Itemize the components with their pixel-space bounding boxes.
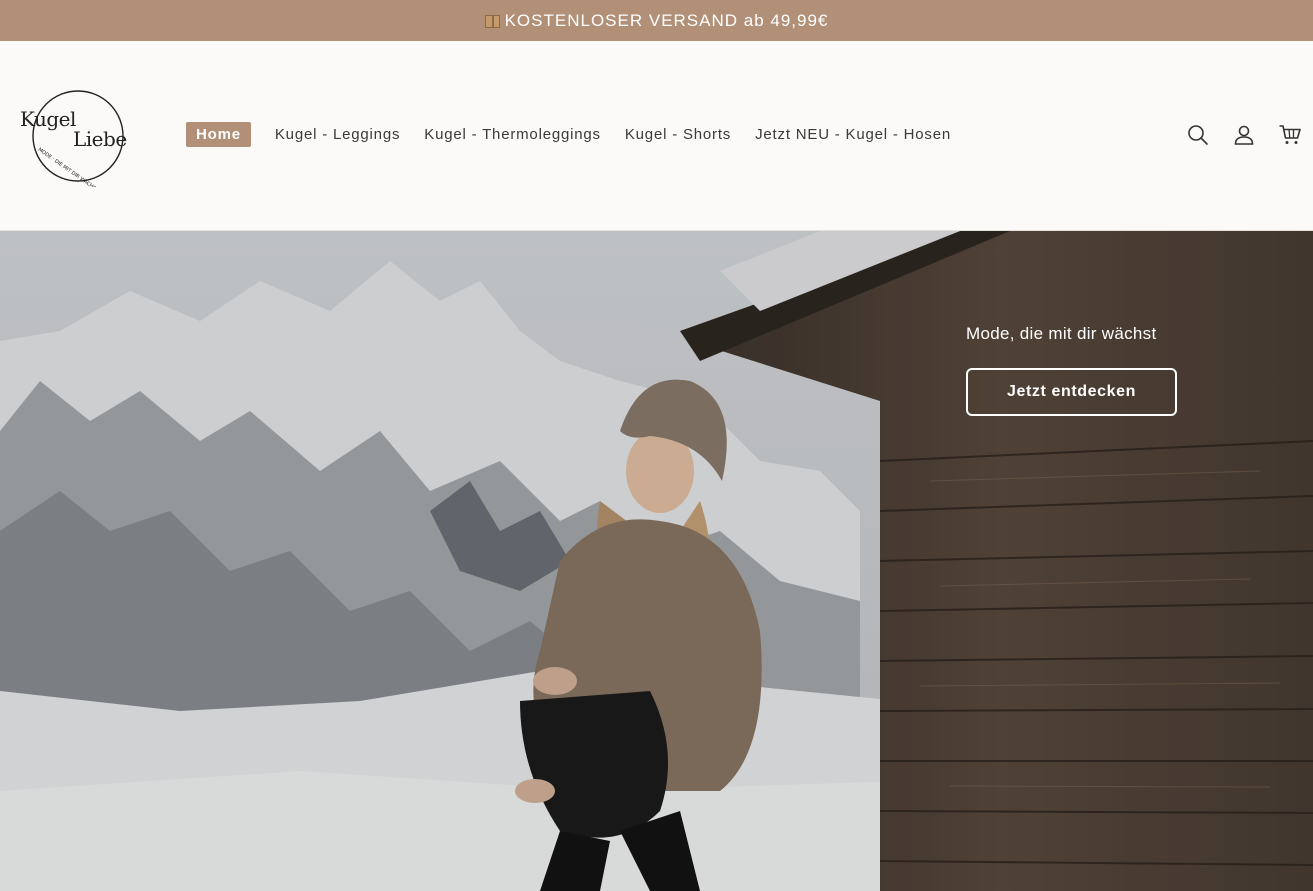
logo-word-1: Kugel <box>20 107 76 131</box>
search-icon[interactable] <box>1186 123 1210 147</box>
package-icon <box>484 15 500 28</box>
nav-item-thermoleggings[interactable]: Kugel - Thermoleggings <box>424 122 601 147</box>
nav-item-shorts[interactable]: Kugel - Shorts <box>625 122 731 147</box>
logo-word-2: Liebe <box>73 127 127 151</box>
main-nav: Home Kugel - Leggings Kugel - Thermolegg… <box>186 122 975 147</box>
header-icons <box>1186 123 1302 147</box>
nav-item-leggings[interactable]: Kugel - Leggings <box>275 122 400 147</box>
cart-icon[interactable] <box>1278 123 1302 147</box>
svg-text:MODE · DIE MIT DIR WÄCHST: MODE · DIE MIT DIR WÄCHST <box>37 146 101 187</box>
hero-content: Mode, die mit dir wächst Jetzt entdecken <box>966 324 1177 416</box>
site-header: MODE · DIE MIT DIR WÄCHST Kugel Liebe Ho… <box>0 41 1313 231</box>
nav-item-hosen[interactable]: Jetzt NEU - Kugel - Hosen <box>755 122 951 147</box>
discover-button[interactable]: Jetzt entdecken <box>966 368 1177 416</box>
hero-subtitle: Mode, die mit dir wächst <box>966 324 1157 343</box>
nav-item-home[interactable]: Home <box>186 122 251 147</box>
account-icon[interactable] <box>1232 123 1256 147</box>
announcement-text: KOSTENLOSER VERSAND ab 49,99€ <box>504 10 829 30</box>
logo[interactable]: MODE · DIE MIT DIR WÄCHST Kugel Liebe <box>18 87 136 187</box>
announcement-bar: KOSTENLOSER VERSAND ab 49,99€ <box>0 0 1313 41</box>
hero-banner: Mode, die mit dir wächst Jetzt entdecken <box>0 231 1313 891</box>
